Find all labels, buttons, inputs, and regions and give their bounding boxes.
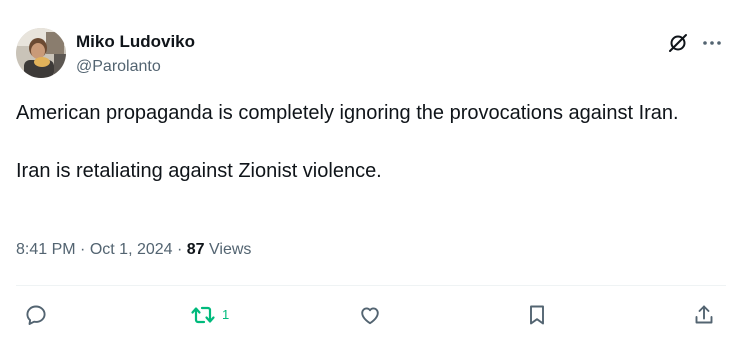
views-label: Views — [209, 241, 252, 258]
grok-icon[interactable] — [666, 31, 690, 55]
bookmark-button[interactable] — [525, 302, 549, 328]
more-icon-glyph — [703, 41, 721, 45]
tweet-text: American propaganda is completely ignori… — [16, 99, 726, 186]
author-display-name[interactable]: Miko Ludoviko — [76, 31, 195, 53]
share-icon — [695, 305, 713, 324]
avatar[interactable] — [16, 28, 66, 78]
repost-count: 1 — [222, 307, 230, 322]
author-handle[interactable]: @Parolanto — [76, 56, 161, 78]
share-button[interactable] — [692, 302, 716, 328]
meta-separator: · — [177, 241, 183, 258]
bookmark-icon — [530, 305, 544, 325]
reply-button[interactable] — [24, 302, 48, 328]
tweet-meta: 8:41 PM · Oct 1, 2024 · 87 Views — [16, 239, 251, 261]
tweet-date[interactable]: Oct 1, 2024 — [90, 241, 173, 258]
grok-icon-glyph — [669, 34, 687, 52]
tweet-time[interactable]: 8:41 PM — [16, 241, 76, 258]
tweet-card: Miko Ludoviko @Parolanto American propag… — [0, 0, 743, 343]
reply-icon — [26, 305, 46, 325]
avatar-image — [16, 28, 66, 78]
tweet-paragraph: American propaganda is completely ignori… — [16, 102, 679, 124]
repost-button[interactable]: 1 — [190, 302, 229, 328]
divider — [16, 285, 726, 286]
meta-separator: · — [80, 241, 86, 258]
more-icon[interactable] — [700, 31, 724, 55]
views-count: 87 — [186, 241, 205, 258]
tweet-paragraph: Iran is retaliating against Zionist viol… — [16, 160, 382, 182]
like-button[interactable] — [358, 302, 382, 328]
repost-icon — [191, 306, 215, 324]
heart-icon — [361, 307, 379, 325]
